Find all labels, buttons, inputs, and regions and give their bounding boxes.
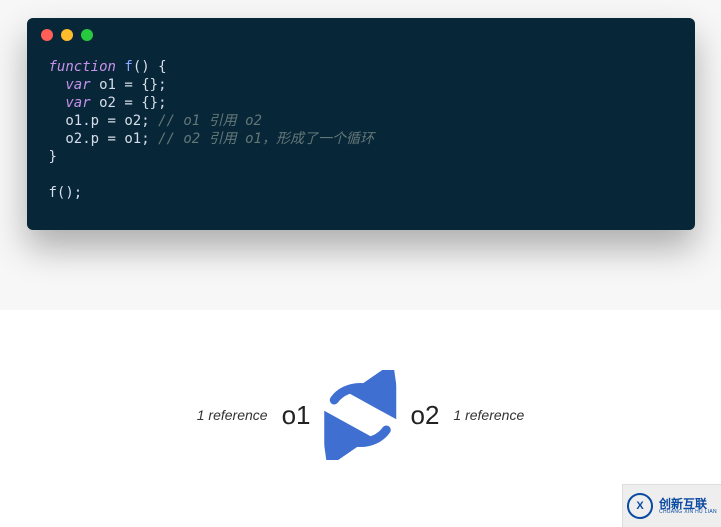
close-icon <box>41 29 53 41</box>
code-text: = {}; <box>116 95 167 111</box>
keyword-var: var <box>65 95 90 111</box>
comment-1: // o1 引用 o2 <box>158 113 262 129</box>
open-brace: () { <box>133 59 167 75</box>
cycle-row: 1 reference o1 o2 1 reference <box>197 370 525 460</box>
close-brace: } <box>49 149 57 165</box>
arrow-top-icon <box>335 387 387 400</box>
watermark-logo-icon: X <box>627 493 653 519</box>
arrow-bottom-icon <box>335 430 387 443</box>
window-titlebar <box>27 18 695 52</box>
identifier-o2: o2 <box>99 95 116 111</box>
cycle-arrows-icon <box>325 370 397 460</box>
watermark-cn: 创新互联 <box>659 498 717 510</box>
identifier-o1: o1 <box>99 77 116 93</box>
zoom-icon <box>81 29 93 41</box>
watermark-en: CHUANG XIN HU LIAN <box>659 510 717 515</box>
call-expr: f(); <box>49 185 83 201</box>
function-name: f <box>124 59 132 75</box>
stmt-2: o2.p = o1; <box>65 131 149 147</box>
watermark-text: 创新互联 CHUANG XIN HU LIAN <box>659 498 717 515</box>
code-terminal: function f() { var o1 = {}; var o2 = {};… <box>27 18 695 230</box>
right-ref-label: 1 reference <box>453 407 524 423</box>
left-ref-label: 1 reference <box>197 407 268 423</box>
node-o1: o1 <box>282 400 311 431</box>
reference-cycle-diagram: 1 reference o1 o2 1 reference <box>0 310 721 527</box>
node-o2: o2 <box>411 400 440 431</box>
watermark-logo-letter: X <box>636 500 643 512</box>
stmt-1: o1.p = o2; <box>65 113 149 129</box>
upper-section: function f() { var o1 = {}; var o2 = {};… <box>0 0 721 310</box>
watermark: X 创新互联 CHUANG XIN HU LIAN <box>622 484 721 527</box>
comment-2: // o2 引用 o1，形成了一个循环 <box>158 131 374 147</box>
keyword-function: function <box>49 59 116 75</box>
keyword-var: var <box>65 77 90 93</box>
minimize-icon <box>61 29 73 41</box>
code-text: = {}; <box>116 77 167 93</box>
code-block: function f() { var o1 = {}; var o2 = {};… <box>27 52 695 230</box>
